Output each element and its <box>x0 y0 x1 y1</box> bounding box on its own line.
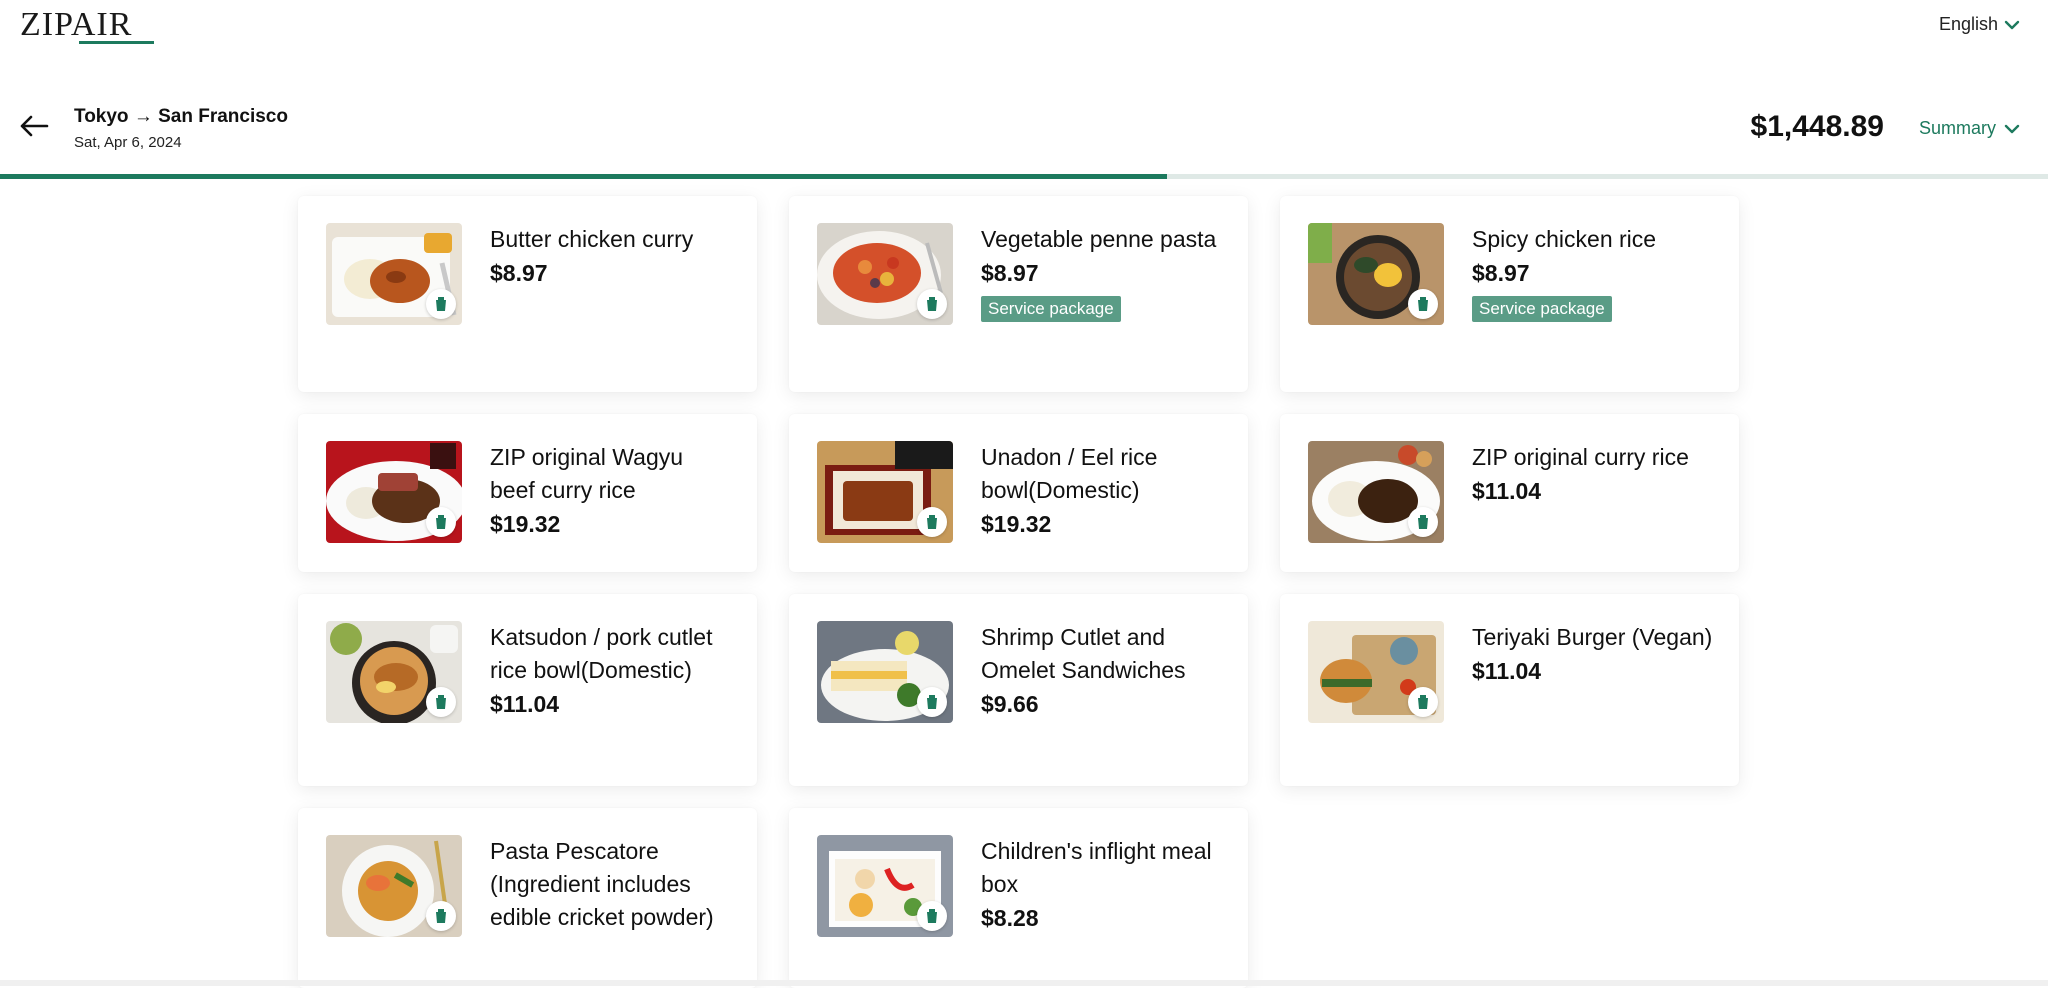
meal-card[interactable]: Teriyaki Burger (Vegan) $11.04 <box>1280 594 1739 786</box>
meal-image <box>1308 621 1444 723</box>
meal-card[interactable]: Butter chicken curry $8.97 <box>298 196 757 392</box>
meal-price: $8.97 <box>1472 260 1530 286</box>
chevron-down-icon <box>2004 121 2020 137</box>
cart-icon <box>1416 694 1430 710</box>
meal-price: $11.04 <box>1472 658 1542 684</box>
meal-price: $9.66 <box>981 691 1039 717</box>
meal-grid: Butter chicken curry $8.97 Vegetable penne… <box>298 196 1743 988</box>
cart-icon <box>925 514 939 530</box>
cart-icon <box>925 694 939 710</box>
meal-image <box>326 621 462 723</box>
meal-image <box>1308 223 1444 325</box>
meal-price: $8.97 <box>981 260 1039 286</box>
meal-card[interactable]: Children's inflight meal box $8.28 <box>789 808 1248 988</box>
meal-image <box>817 835 953 937</box>
add-to-cart-button[interactable] <box>917 687 947 717</box>
flight-route: Tokyo → San Francisco <box>74 106 288 127</box>
meal-card[interactable]: Spicy chicken rice $8.97 Service package <box>1280 196 1739 392</box>
arrow-left-icon <box>19 114 49 143</box>
flight-date: Sat, Apr 6, 2024 <box>74 134 182 151</box>
meal-card[interactable]: Katsudon / pork cutlet rice bowl(Domesti… <box>298 594 757 786</box>
total-price: $1,448.89 <box>1750 110 1884 143</box>
add-to-cart-button[interactable] <box>426 289 456 319</box>
meal-name: Katsudon / pork cutlet rice bowl(Domesti… <box>490 624 713 683</box>
cart-icon <box>434 694 448 710</box>
meal-image <box>817 621 953 723</box>
add-to-cart-button[interactable] <box>1408 289 1438 319</box>
meal-name: Shrimp Cutlet and Omelet Sandwiches <box>981 624 1186 683</box>
cart-icon <box>925 908 939 924</box>
meal-name: Teriyaki Burger (Vegan) <box>1472 624 1713 650</box>
meal-image <box>817 223 953 325</box>
meal-price: $19.32 <box>490 511 561 537</box>
top-bar: ZIPAIR English <box>0 0 2048 50</box>
meal-name: Pasta Pescatore (Ingredient includes edi… <box>490 838 714 930</box>
language-selector[interactable]: English <box>1939 14 2020 35</box>
add-to-cart-button[interactable] <box>917 901 947 931</box>
logo-underline <box>79 41 154 44</box>
cart-icon <box>925 296 939 312</box>
meal-image <box>326 835 462 937</box>
meal-image <box>326 441 462 543</box>
summary-toggle[interactable]: Summary <box>1919 118 2020 139</box>
back-button[interactable] <box>18 112 50 144</box>
meal-price: $19.32 <box>981 511 1052 537</box>
cart-icon <box>1416 296 1430 312</box>
meal-name: Spicy chicken rice <box>1472 226 1657 252</box>
meal-image <box>1308 441 1444 543</box>
chevron-down-icon <box>2004 17 2020 33</box>
service-package-badge: Service package <box>1472 296 1612 322</box>
meal-name: Children's inflight meal box <box>981 838 1212 897</box>
meal-image <box>326 223 462 325</box>
meal-card[interactable]: Vegetable penne pasta $8.97 Service packag… <box>789 196 1248 392</box>
language-label: English <box>1938 14 1998 34</box>
meal-image <box>817 441 953 543</box>
meal-price: $8.97 <box>490 260 548 286</box>
cart-icon <box>434 908 448 924</box>
meal-name: Unadon / Eel rice bowl(Domestic) <box>981 444 1158 503</box>
zipair-logo[interactable]: ZIPAIR <box>20 6 132 44</box>
booking-progress-fill <box>0 174 1168 179</box>
add-to-cart-button[interactable] <box>426 901 456 931</box>
add-to-cart-button[interactable] <box>917 289 947 319</box>
meal-card[interactable]: Unadon / Eel rice bowl(Domestic) $19.32 <box>789 414 1248 572</box>
page-bottom-strip <box>0 980 2048 986</box>
meal-card[interactable]: Shrimp Cutlet and Omelet Sandwiches $9.66 <box>789 594 1248 786</box>
meal-name: ZIP original Wagyu beef curry rice <box>490 444 684 503</box>
meal-card[interactable]: Pasta Pescatore (Ingredient includes edi… <box>298 808 757 988</box>
booking-progress-bar <box>0 174 2048 179</box>
flight-header: Tokyo → San Francisco Sat, Apr 6, 2024 $… <box>0 96 2048 176</box>
add-to-cart-button[interactable] <box>426 687 456 717</box>
add-to-cart-button[interactable] <box>1408 507 1438 537</box>
meal-name: Butter chicken curry <box>490 226 694 252</box>
add-to-cart-button[interactable] <box>426 507 456 537</box>
meal-price: $11.04 <box>1472 478 1542 504</box>
meal-name: Vegetable penne pasta <box>981 226 1217 252</box>
cart-icon <box>434 514 448 530</box>
add-to-cart-button[interactable] <box>1408 687 1438 717</box>
meal-card[interactable]: ZIP original curry rice $11.04 <box>1280 414 1739 572</box>
service-package-badge: Service package <box>981 296 1121 322</box>
summary-label: Summary <box>1918 118 1996 138</box>
meal-price: $11.04 <box>490 691 560 717</box>
meal-card[interactable]: ZIP original Wagyu beef curry rice $19.32 <box>298 414 757 572</box>
meal-price: $8.28 <box>981 905 1039 931</box>
cart-icon <box>434 296 448 312</box>
add-to-cart-button[interactable] <box>917 507 947 537</box>
cart-icon <box>1416 514 1430 530</box>
meal-name: ZIP original curry rice <box>1472 444 1689 470</box>
